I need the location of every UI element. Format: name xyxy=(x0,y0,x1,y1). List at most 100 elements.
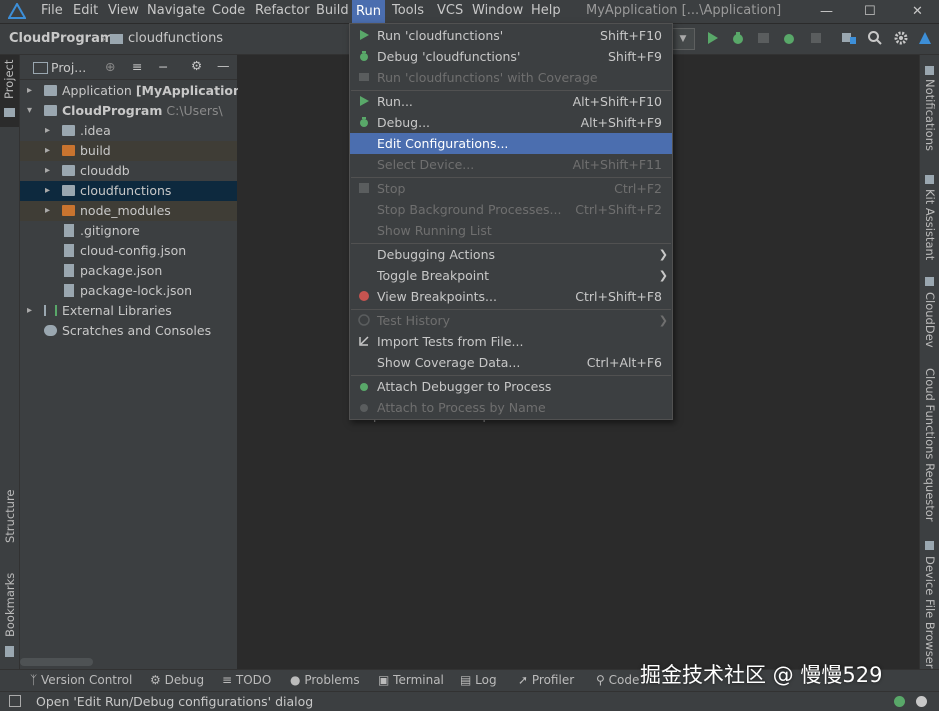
chevron-down-icon[interactable]: ▾ xyxy=(27,101,32,121)
menu-item-run-cloudfunctions[interactable]: Run 'cloudfunctions' Shift+F10 xyxy=(350,25,672,46)
tree-item-build[interactable]: ▸ build xyxy=(20,141,237,161)
menu-tools[interactable]: Tools xyxy=(392,3,424,18)
code-tab[interactable]: ⚲ Code xyxy=(596,673,639,687)
todo-tab[interactable]: ≡ TODO xyxy=(222,673,271,687)
breadcrumb-folder[interactable]: cloudfunctions xyxy=(128,31,223,46)
debug-icon[interactable] xyxy=(730,30,746,46)
profiler-tab[interactable]: ➚ Profiler xyxy=(518,673,574,687)
menu-item-run[interactable]: Run... Alt+Shift+F10 xyxy=(350,91,672,112)
version-control-tab[interactable]: ᛉ Version Control xyxy=(30,673,132,687)
clouddev-tool-tab[interactable]: CloudDev xyxy=(923,292,937,348)
menu-item-run-with-coverage[interactable]: Run 'cloudfunctions' with Coverage xyxy=(350,67,672,88)
menu-run[interactable]: Run xyxy=(352,0,385,23)
menu-item-attach-debugger[interactable]: Attach Debugger to Process xyxy=(350,376,672,397)
tool-window-toggle-icon[interactable] xyxy=(9,695,21,707)
user-icon[interactable] xyxy=(916,696,927,707)
tree-item-node-modules[interactable]: ▸ node_modules xyxy=(20,201,237,221)
coverage-icon xyxy=(359,73,369,81)
maximize-icon[interactable]: ☐ xyxy=(864,4,876,19)
menu-navigate[interactable]: Navigate xyxy=(147,3,205,18)
terminal-tab[interactable]: ▣ Terminal xyxy=(378,673,444,687)
kit-assistant-tool-tab[interactable]: Kit Assistant xyxy=(923,189,937,260)
log-tab[interactable]: ▤ Log xyxy=(460,673,497,687)
menu-item-debug[interactable]: Debug... Alt+Shift+F9 xyxy=(350,112,672,133)
attach-debugger-icon[interactable] xyxy=(782,30,798,46)
history-icon xyxy=(358,314,370,326)
device-file-browser-tool-tab[interactable]: Device File Browser xyxy=(923,556,937,668)
tree-item-cloud-config[interactable]: cloud-config.json xyxy=(20,241,237,261)
chevron-right-icon[interactable]: ▸ xyxy=(45,141,50,161)
cloud-functions-requestor-tool-tab[interactable]: Cloud Functions Requestor xyxy=(923,368,937,522)
chevron-right-icon[interactable]: ▸ xyxy=(45,121,50,141)
search-icon[interactable] xyxy=(867,30,883,46)
menu-item-attach-by-name[interactable]: Attach to Process by Name xyxy=(350,397,672,418)
tree-item-package-lock[interactable]: package-lock.json xyxy=(20,281,237,301)
file-icon xyxy=(64,224,74,237)
project-tool-tab[interactable]: Project xyxy=(2,60,16,99)
tree-label: External Libraries xyxy=(62,303,172,318)
tree-item-clouddb[interactable]: ▸ clouddb xyxy=(20,161,237,181)
menu-item-import-tests[interactable]: Import Tests from File... xyxy=(350,331,672,352)
expand-all-icon[interactable]: ≡ xyxy=(132,59,142,74)
menu-edit[interactable]: Edit xyxy=(73,3,98,18)
menu-item-edit-configurations[interactable]: Edit Configurations... xyxy=(350,133,672,154)
chevron-right-icon[interactable]: ▸ xyxy=(45,181,50,201)
tree-item-scratches[interactable]: Scratches and Consoles xyxy=(20,321,237,341)
profiler-icon: ➚ xyxy=(518,673,529,687)
chevron-right-icon[interactable]: ▸ xyxy=(45,201,50,221)
project-structure-icon[interactable] xyxy=(841,30,857,46)
tree-item-external-libraries[interactable]: ▸ External Libraries xyxy=(20,301,237,321)
minimize-icon[interactable]: — xyxy=(820,4,833,19)
log-icon: ▤ xyxy=(460,673,472,687)
menu-item-test-history[interactable]: Test History ❯ xyxy=(350,310,672,331)
settings-icon[interactable]: ⚙ xyxy=(191,58,202,73)
tree-item-package-json[interactable]: package.json xyxy=(20,261,237,281)
run-config-dropdown[interactable]: ▼ xyxy=(671,28,695,50)
tree-item-application[interactable]: ▸ Application [MyApplication] xyxy=(20,81,248,101)
coverage-icon[interactable] xyxy=(756,30,772,46)
menu-item-show-running-list[interactable]: Show Running List xyxy=(350,220,672,241)
menu-item-stop[interactable]: Stop Ctrl+F2 xyxy=(350,178,672,199)
menu-view[interactable]: View xyxy=(108,3,139,18)
project-panel-title[interactable]: Proj... xyxy=(51,60,86,75)
chevron-right-icon[interactable]: ▸ xyxy=(45,161,50,181)
tree-item-cloudfunctions[interactable]: ▸ cloudfunctions xyxy=(20,181,237,201)
collapse-all-icon[interactable]: − xyxy=(158,59,168,74)
notifications-tool-tab[interactable]: Notifications xyxy=(923,79,937,151)
status-ok-icon[interactable] xyxy=(894,696,905,707)
chevron-right-icon[interactable]: ▸ xyxy=(27,81,32,101)
tree-item-cloudprogram[interactable]: ▾ CloudProgram C:\Users\ xyxy=(20,101,237,121)
chevron-right-icon[interactable]: ▸ xyxy=(27,301,32,321)
tree-label: CloudProgram xyxy=(62,103,163,118)
locate-icon[interactable]: ⊕ xyxy=(105,59,115,74)
hide-panel-icon[interactable]: — xyxy=(217,58,230,73)
debug-tab[interactable]: ⚙ Debug xyxy=(150,673,204,687)
menu-item-debug-cloudfunctions[interactable]: Debug 'cloudfunctions' Shift+F9 xyxy=(350,46,672,67)
menu-item-view-breakpoints[interactable]: View Breakpoints... Ctrl+Shift+F8 xyxy=(350,286,672,307)
menu-item-debugging-actions[interactable]: Debugging Actions ❯ xyxy=(350,244,672,265)
problems-tab[interactable]: ● Problems xyxy=(290,673,360,687)
menu-vcs[interactable]: VCS xyxy=(437,3,463,18)
clouddev-icon xyxy=(925,277,934,286)
menu-item-stop-background[interactable]: Stop Background Processes... Ctrl+Shift+… xyxy=(350,199,672,220)
menu-item-toggle-breakpoint[interactable]: Toggle Breakpoint ❯ xyxy=(350,265,672,286)
menu-help[interactable]: Help xyxy=(531,3,561,18)
structure-tool-tab[interactable]: Structure xyxy=(3,490,17,544)
menu-code[interactable]: Code xyxy=(212,3,245,18)
menu-item-show-coverage-data[interactable]: Show Coverage Data... Ctrl+Alt+F6 xyxy=(350,352,672,373)
close-icon[interactable]: ✕ xyxy=(912,4,923,19)
breadcrumb-project[interactable]: CloudProgram xyxy=(9,31,113,46)
menu-refactor[interactable]: Refactor xyxy=(255,3,310,18)
run-icon[interactable] xyxy=(704,30,720,46)
gear-icon[interactable] xyxy=(893,30,909,46)
horizontal-scrollbar[interactable] xyxy=(20,658,93,666)
menu-file[interactable]: File xyxy=(41,3,63,18)
bookmarks-tool-tab[interactable]: Bookmarks xyxy=(3,573,17,637)
tree-item-gitignore[interactable]: .gitignore xyxy=(20,221,237,241)
tree-item-idea[interactable]: ▸ .idea xyxy=(20,121,237,141)
menu-window[interactable]: Window xyxy=(472,3,523,18)
menu-item-select-device[interactable]: Select Device... Alt+Shift+F11 xyxy=(350,154,672,175)
bug-icon: ⚙ xyxy=(150,673,161,687)
stop-icon[interactable] xyxy=(808,30,824,46)
menu-build[interactable]: Build xyxy=(316,3,349,18)
